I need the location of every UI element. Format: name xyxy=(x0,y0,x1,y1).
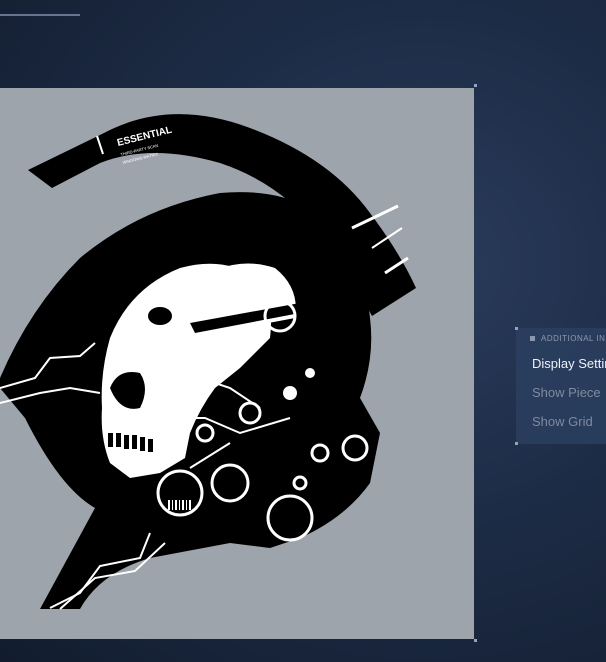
menu-item-show-grid[interactable]: Show Grid xyxy=(532,414,593,429)
frame-corner-marker xyxy=(474,639,477,642)
top-divider xyxy=(0,14,80,16)
square-bullet-icon xyxy=(530,336,535,341)
frame-corner-marker xyxy=(474,84,477,87)
menu-item-show-piece[interactable]: Show Piece xyxy=(532,385,601,400)
menu-item-display-settings[interactable]: Display Settings xyxy=(532,356,606,371)
additional-info-panel: ADDITIONAL INFO Display Settings Show Pi… xyxy=(515,327,606,445)
skull-helmet-logo: ESSENTIAL THIRD-PARTY SCAN WINDOWS-MATRI… xyxy=(0,114,416,610)
panel-header: ADDITIONAL INFO xyxy=(530,334,606,343)
artwork-frame: ESSENTIAL THIRD-PARTY SCAN WINDOWS-MATRI… xyxy=(0,88,474,639)
panel-header-label: ADDITIONAL INFO xyxy=(541,334,606,343)
